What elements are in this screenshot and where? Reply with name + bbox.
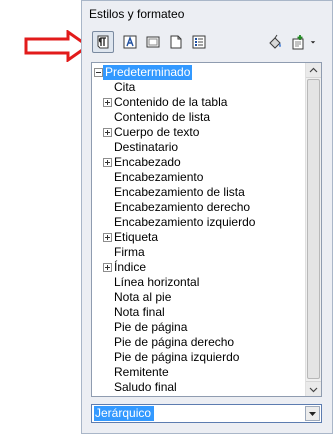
tree-item-label: Línea horizontal [114, 275, 200, 289]
tree-item-label: Contenido de lista [114, 110, 211, 124]
expand-icon[interactable] [103, 158, 112, 167]
chevron-up-icon [309, 67, 318, 72]
scroll-down-button[interactable] [306, 381, 321, 396]
collapse-icon[interactable] [94, 68, 103, 77]
tree-item-label: Etiqueta [114, 230, 159, 244]
toolbar [88, 31, 328, 57]
frame-styles-button[interactable] [142, 31, 164, 53]
list-styles-button[interactable] [188, 31, 210, 53]
tree-item[interactable]: Contenido de lista [92, 110, 212, 125]
tree-item[interactable]: Destinatario [92, 140, 180, 155]
tree-item[interactable]: Nota al pie [92, 290, 173, 305]
tree-item[interactable]: Pie de página derecho [92, 335, 236, 350]
more-options-dropdown[interactable] [306, 31, 320, 53]
tree-item[interactable]: Encabezamiento izquierdo [92, 215, 257, 230]
tree-item-label: Encabezamiento de lista [114, 185, 245, 199]
tree-item-label: Destinatario [114, 140, 179, 154]
tree-item[interactable]: Firma [92, 245, 147, 260]
chevron-down-icon [310, 41, 316, 44]
tree-item[interactable]: Etiqueta [92, 230, 160, 245]
tree-item[interactable]: Encabezamiento [92, 170, 205, 185]
tree-item-label: Texto preformateado [112, 395, 226, 396]
chevron-down-icon [309, 387, 318, 392]
tree-item[interactable]: Cita [92, 80, 137, 95]
tree-item-label: Pie de página [114, 320, 188, 334]
expand-icon[interactable] [103, 263, 112, 272]
tree-item-label: Remitente [114, 365, 169, 379]
styles-and-formatting-window: Estilos y formateo Predeterminado Cita C… [81, 0, 333, 434]
tree-item-label: Cita [114, 80, 136, 94]
tree-item[interactable]: Índice [92, 260, 148, 275]
tree-item-label: Encabezamiento derecho [114, 200, 251, 214]
styles-tree[interactable]: Predeterminado Cita Contenido de la tabla C… [91, 62, 322, 397]
tree-item-label: Índice [114, 260, 147, 274]
tree-item-label: Encabezamiento izquierdo [114, 215, 256, 229]
tree-item-label: Contenido de la tabla [114, 95, 228, 109]
scrollbar-thumb[interactable] [307, 79, 320, 379]
style-filter-value: Jerárquico [94, 406, 155, 421]
scroll-up-button[interactable] [306, 63, 321, 78]
tree-item-label: Cuerpo de texto [114, 125, 200, 139]
page-styles-button[interactable] [165, 31, 187, 53]
style-filter-select[interactable]: Jerárquico [91, 404, 322, 423]
expand-icon[interactable] [103, 233, 112, 242]
frame-styles-icon [146, 36, 160, 48]
paragraph-styles-icon [97, 35, 109, 49]
paragraph-styles-button[interactable] [92, 31, 114, 53]
character-styles-icon [123, 35, 137, 49]
tree-item-label: Encabezamiento [114, 170, 204, 184]
window-title: Estilos y formateo [89, 7, 185, 21]
tree-item[interactable]: Contenido de la tabla [92, 95, 229, 110]
tree-item[interactable]: Pie de página [92, 320, 189, 335]
styles-tree-list: Predeterminado Cita Contenido de la tabla C… [92, 63, 305, 396]
tree-item-label: Predeterminado [103, 65, 193, 80]
expand-icon[interactable] [103, 128, 112, 137]
tree-item[interactable]: Línea horizontal [92, 275, 201, 290]
tree-item-label: Pie de página derecho [114, 335, 235, 349]
page-styles-icon [170, 35, 182, 49]
tree-item[interactable]: Remitente [92, 365, 171, 380]
tree-item-label: Encabezado [114, 155, 181, 169]
fill-format-mode-icon [269, 34, 281, 49]
tree-item[interactable]: Cuerpo de texto [92, 125, 201, 140]
tree-item[interactable]: Encabezado [92, 155, 183, 170]
tree-item[interactable]: Nota final [92, 305, 167, 320]
new-style-from-selection-icon [292, 35, 304, 50]
fill-format-mode-button[interactable] [264, 31, 286, 53]
tree-item-label: Pie de página izquierdo [114, 350, 240, 364]
tree-item[interactable]: Pie de página izquierdo [92, 350, 241, 365]
tree-item-label: Nota al pie [114, 290, 172, 304]
vertical-scrollbar[interactable] [305, 63, 321, 396]
chevron-down-icon [309, 412, 316, 416]
tree-item[interactable]: Predeterminado [92, 65, 193, 80]
tree-item-label: Saludo final [114, 380, 177, 394]
tree-item-label: Firma [114, 245, 145, 259]
character-styles-button[interactable] [119, 31, 141, 53]
list-styles-icon [192, 35, 206, 49]
tree-item-label: Nota final [114, 305, 165, 319]
tree-item[interactable]: Encabezamiento derecho [92, 200, 252, 215]
tree-item[interactable]: Saludo final [92, 380, 179, 395]
style-filter-dropdown-button[interactable] [305, 406, 320, 421]
tree-item[interactable]: Encabezamiento de lista [92, 185, 247, 200]
tree-item[interactable]: Texto preformateado [92, 395, 226, 396]
expand-icon[interactable] [103, 98, 112, 107]
